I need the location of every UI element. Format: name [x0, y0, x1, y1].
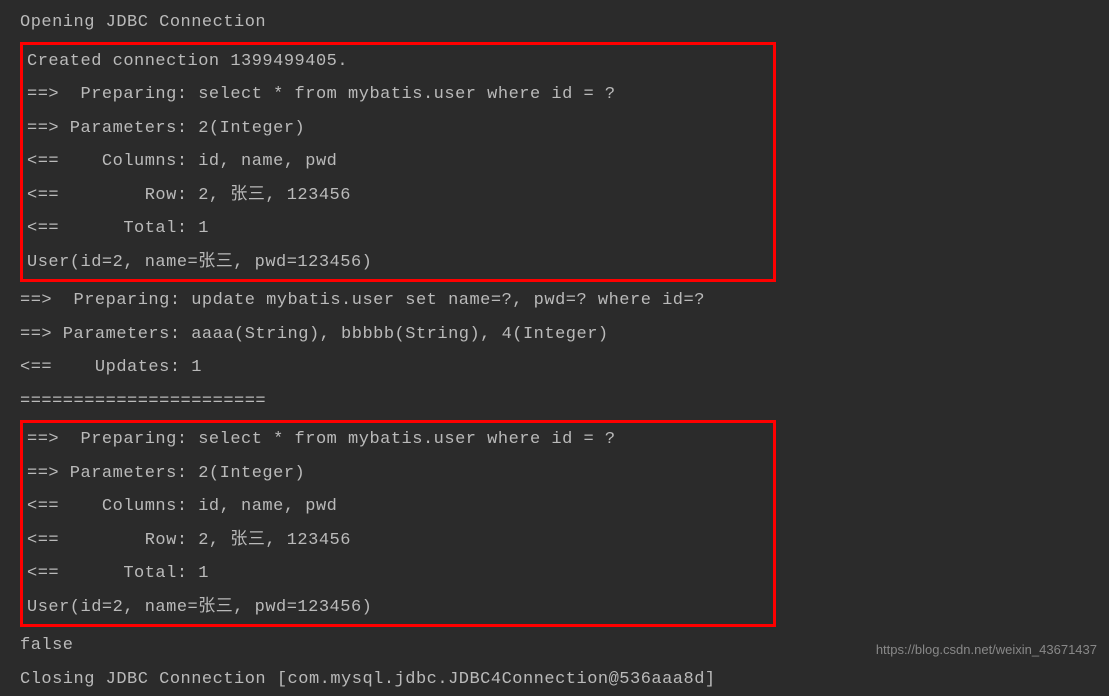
- highlight-box-2: ==> Preparing: select * from mybatis.use…: [20, 420, 776, 627]
- log-line: <== Row: 2, 张三, 123456: [27, 524, 769, 558]
- log-line: User(id=2, name=张三, pwd=123456): [27, 246, 769, 280]
- log-line: <== Columns: id, name, pwd: [27, 145, 769, 179]
- log-line: ==> Preparing: update mybatis.user set n…: [20, 284, 1089, 318]
- log-line: <== Total: 1: [27, 557, 769, 591]
- log-line: ==> Parameters: 2(Integer): [27, 112, 769, 146]
- log-line: ==> Preparing: select * from mybatis.use…: [27, 423, 769, 457]
- highlight-box-1: Created connection 1399499405. ==> Prepa…: [20, 42, 776, 283]
- log-line: <== Columns: id, name, pwd: [27, 490, 769, 524]
- log-line: <== Total: 1: [27, 212, 769, 246]
- log-line: ==> Parameters: aaaa(String), bbbbb(Stri…: [20, 318, 1089, 352]
- log-line-opening: Opening JDBC Connection: [20, 6, 1089, 40]
- log-line: <== Updates: 1: [20, 351, 1089, 385]
- log-line: Closing JDBC Connection [com.mysql.jdbc.…: [20, 663, 1089, 696]
- log-line: =======================: [20, 385, 1089, 419]
- log-line: User(id=2, name=张三, pwd=123456): [27, 591, 769, 625]
- watermark-text: https://blog.csdn.net/weixin_43671437: [876, 642, 1097, 657]
- log-line: <== Row: 2, 张三, 123456: [27, 179, 769, 213]
- log-line: Created connection 1399499405.: [27, 45, 769, 79]
- log-line: ==> Parameters: 2(Integer): [27, 457, 769, 491]
- log-line: ==> Preparing: select * from mybatis.use…: [27, 78, 769, 112]
- console-output: Opening JDBC Connection Created connecti…: [0, 6, 1109, 696]
